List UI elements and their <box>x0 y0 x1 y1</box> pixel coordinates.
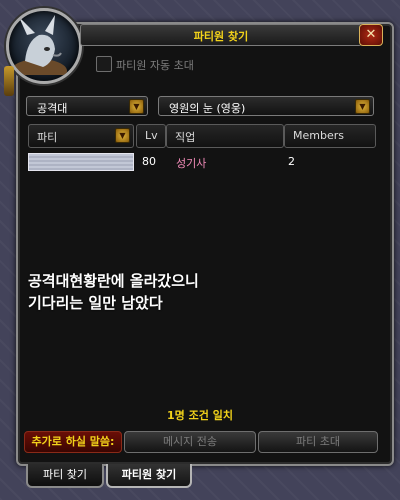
tab-find-party[interactable]: 파티 찾기 <box>26 464 104 488</box>
category-dropdown[interactable]: 공격대 ▼ <box>26 96 148 116</box>
frame-ornament <box>4 66 14 96</box>
chevron-down-icon: ▼ <box>355 99 370 114</box>
column-label-lv: Lv <box>145 129 158 142</box>
dungeon-dropdown[interactable]: 영원의 눈 (영웅) ▼ <box>158 96 374 116</box>
chat-overlay-line-2: 기다리는 일만 남았다 <box>28 294 163 312</box>
close-icon: ✕ <box>365 27 377 42</box>
auto-invite-label: 파티원 자동 초대 <box>116 59 194 72</box>
title-bar: 파티원 찾기 <box>80 24 362 46</box>
chat-overlay-line-1: 공격대현황란에 올라갔으니 <box>28 272 199 290</box>
close-button[interactable]: ✕ <box>359 24 383 46</box>
class-cell: 성기사 <box>176 157 207 170</box>
chevron-down-icon[interactable]: ▼ <box>115 128 130 143</box>
party-invite-button[interactable]: 파티 초대 <box>258 431 378 453</box>
column-header-party[interactable]: 파티 ▼ <box>28 124 134 148</box>
level-cell: 80 <box>142 155 156 168</box>
column-label-party: 파티 <box>37 131 58 144</box>
party-name-cell <box>28 153 134 171</box>
lfg-window <box>16 22 394 466</box>
dungeon-value: 영원의 눈 (영웅) <box>169 102 246 115</box>
column-header-members[interactable]: Members <box>284 124 376 148</box>
members-cell: 2 <box>288 155 295 168</box>
match-status: 1명 조건 일치 <box>167 409 233 422</box>
window-title: 파티원 찾기 <box>193 30 249 43</box>
chevron-down-icon: ▼ <box>129 99 144 114</box>
add-comment-button[interactable]: 추가로 하실 말씀: <box>24 431 122 453</box>
column-label-class: 직업 <box>175 131 196 144</box>
table-row[interactable]: 80 성기사 2 <box>28 153 374 171</box>
column-header-lv[interactable]: Lv <box>136 124 166 148</box>
player-portrait <box>6 8 82 84</box>
column-label-members: Members <box>293 129 344 142</box>
character-face-icon <box>11 15 67 75</box>
column-header-class[interactable]: 직업 <box>166 124 284 148</box>
category-value: 공격대 <box>37 102 68 115</box>
send-message-button[interactable]: 메시지 전송 <box>124 431 256 453</box>
auto-invite-checkbox[interactable] <box>96 56 112 72</box>
tab-find-members[interactable]: 파티원 찾기 <box>106 464 192 488</box>
